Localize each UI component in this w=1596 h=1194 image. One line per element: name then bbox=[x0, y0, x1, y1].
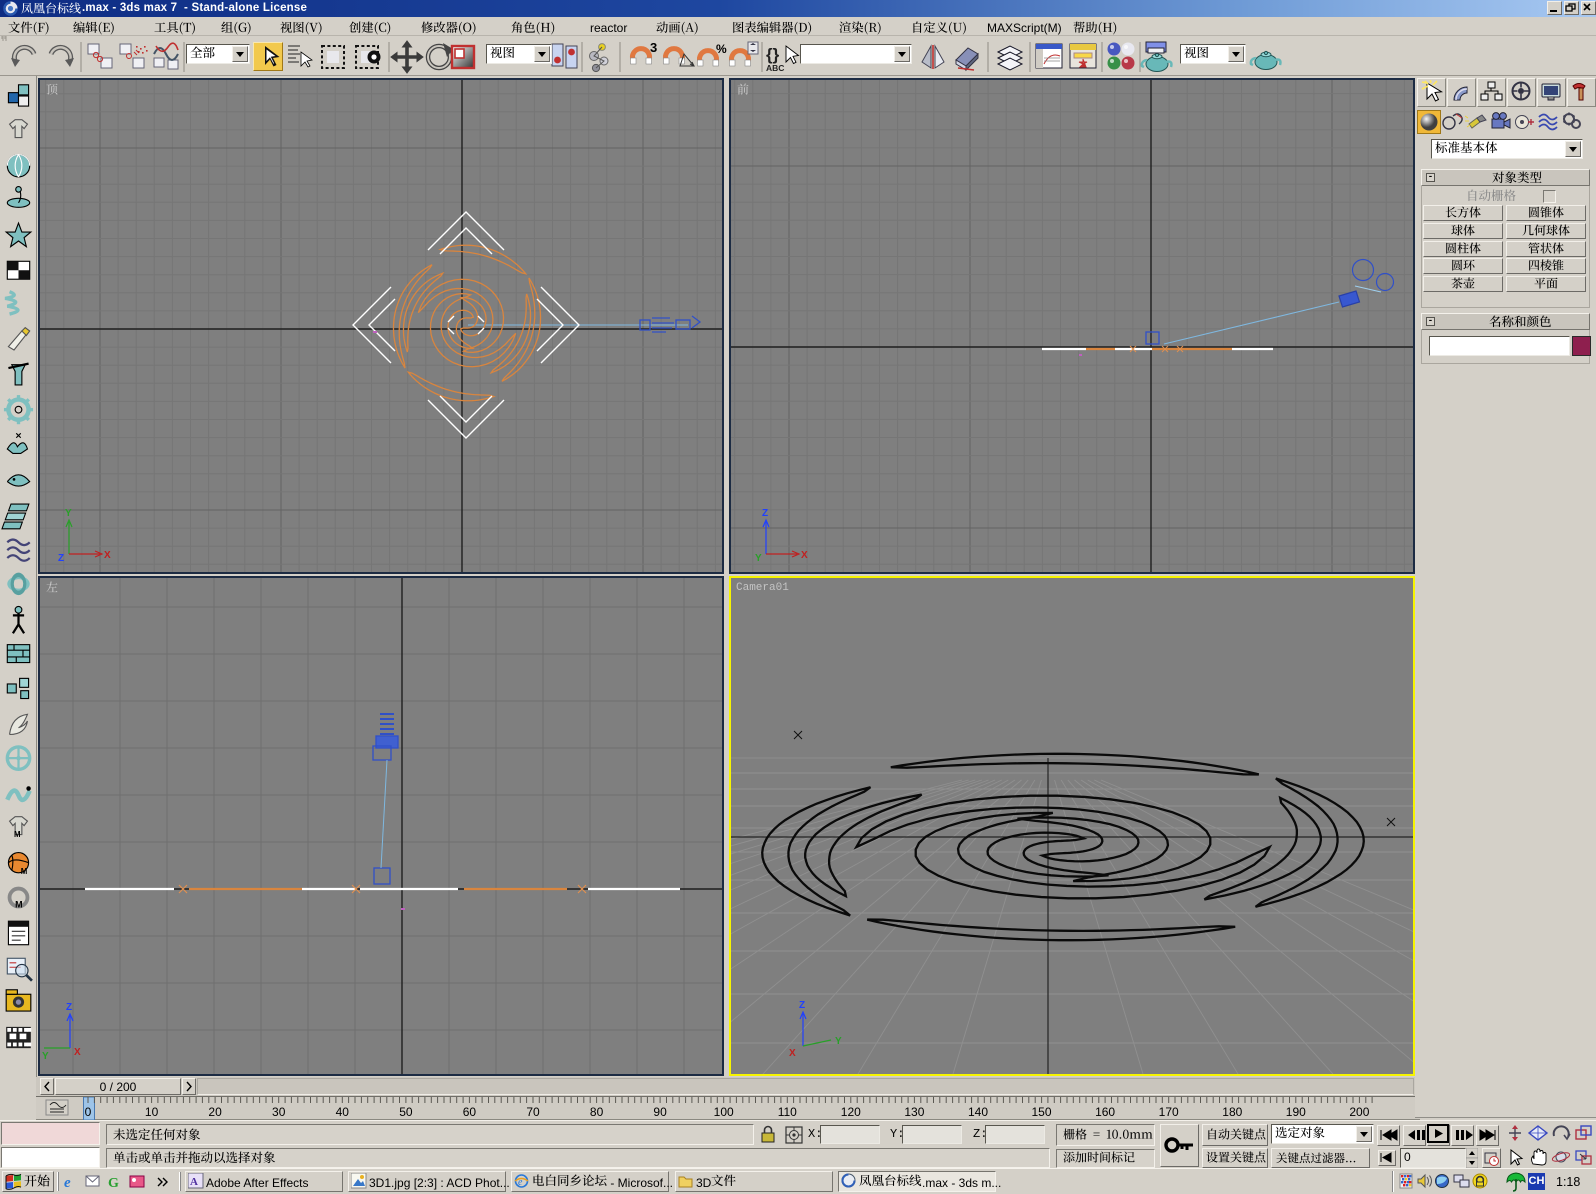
svg-text:40: 40 bbox=[336, 1105, 350, 1119]
svg-text:0: 0 bbox=[85, 1105, 92, 1119]
svg-text:190: 190 bbox=[1286, 1105, 1306, 1119]
svg-text:M: M bbox=[21, 867, 28, 876]
svg-text:Z: Z bbox=[762, 508, 768, 519]
svg-text:Y: Y bbox=[65, 508, 72, 519]
svg-text:200: 200 bbox=[1349, 1105, 1369, 1119]
svg-text:A: A bbox=[190, 1176, 198, 1188]
svg-text:X: X bbox=[801, 550, 808, 561]
svg-text:120: 120 bbox=[841, 1105, 861, 1119]
svg-text:Z: Z bbox=[799, 1000, 805, 1011]
svg-text:Z: Z bbox=[66, 1002, 72, 1013]
svg-text:50: 50 bbox=[399, 1105, 413, 1119]
svg-text:3: 3 bbox=[650, 40, 657, 55]
svg-text:M: M bbox=[14, 830, 21, 839]
svg-text:Y: Y bbox=[42, 1051, 49, 1062]
svg-text:X: X bbox=[104, 550, 111, 561]
svg-text:60: 60 bbox=[463, 1105, 477, 1119]
svg-text:Z: Z bbox=[58, 553, 64, 564]
svg-text:X: X bbox=[74, 1047, 81, 1058]
svg-text:Y: Y bbox=[835, 1036, 842, 1047]
svg-text:130: 130 bbox=[904, 1105, 924, 1119]
svg-text:e: e bbox=[518, 1177, 523, 1188]
svg-text:%: % bbox=[716, 42, 727, 56]
svg-text:G: G bbox=[108, 1176, 119, 1191]
svg-text:70: 70 bbox=[526, 1105, 540, 1119]
svg-text:160: 160 bbox=[1095, 1105, 1115, 1119]
svg-text:e: e bbox=[64, 1175, 71, 1191]
svg-text:Y: Y bbox=[755, 553, 762, 564]
svg-text:{}: {} bbox=[766, 45, 780, 64]
svg-text:80: 80 bbox=[590, 1105, 604, 1119]
svg-text:ABC: ABC bbox=[766, 63, 784, 73]
svg-text:90: 90 bbox=[653, 1105, 667, 1119]
svg-text:M: M bbox=[15, 900, 22, 910]
svg-text:140: 140 bbox=[968, 1105, 988, 1119]
svg-text:X: X bbox=[789, 1048, 796, 1059]
svg-text:170: 170 bbox=[1159, 1105, 1179, 1119]
svg-text:180: 180 bbox=[1222, 1105, 1242, 1119]
svg-text:20: 20 bbox=[208, 1105, 222, 1119]
svg-text:110: 110 bbox=[778, 1105, 797, 1119]
svg-text:100: 100 bbox=[714, 1105, 734, 1119]
svg-text:30: 30 bbox=[272, 1105, 286, 1119]
svg-text:10: 10 bbox=[145, 1105, 159, 1119]
svg-text:150: 150 bbox=[1031, 1105, 1051, 1119]
